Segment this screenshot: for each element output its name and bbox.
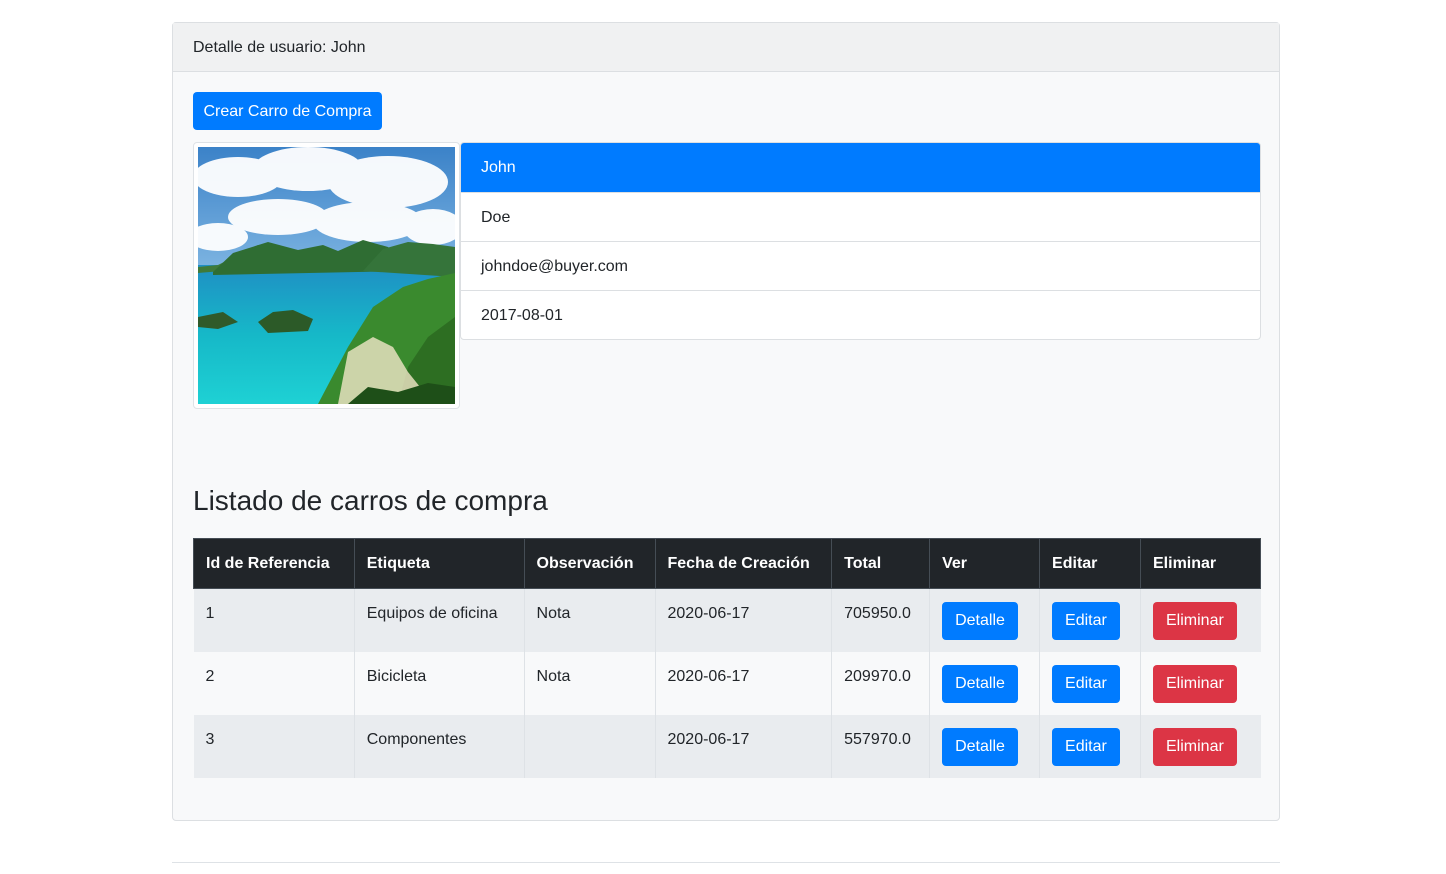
user-date: 2017-08-01	[461, 290, 1260, 339]
cart-label: Componentes	[366, 730, 467, 748]
delete-cart-button[interactable]: Eliminar	[1153, 602, 1237, 640]
table-header-row: Id de Referencia Etiqueta Observación Fe…	[193, 538, 1261, 589]
cart-note	[537, 715, 643, 731]
view-cart-button[interactable]: Detalle	[942, 664, 1018, 703]
col-header-created: Fecha de Creación	[654, 538, 833, 589]
col-header-id: Id de Referencia	[193, 538, 355, 589]
col-header-note: Observación	[523, 538, 656, 589]
cart-created: 2020-06-17	[667, 605, 750, 622]
col-header-delete: Eliminar	[1140, 538, 1261, 589]
cart-label: Equipos de oficina	[366, 605, 498, 622]
cart-id: 1	[205, 605, 215, 622]
cart-created: 2020-06-17	[667, 667, 750, 685]
card-header: Detalle de usuario: John	[173, 23, 1279, 72]
cart-created: 2020-06-17	[667, 730, 750, 748]
cart-total: 209970.0	[844, 667, 911, 685]
col-header-total: Total	[831, 538, 931, 589]
user-email: johndoe@buyer.com	[461, 241, 1260, 290]
view-cart-button[interactable]: Detalle	[942, 602, 1018, 640]
cart-id: 3	[205, 730, 215, 748]
col-header-edit: Editar	[1039, 538, 1141, 589]
footer-divider	[172, 862, 1280, 863]
edit-cart-button[interactable]: Editar	[1052, 602, 1120, 640]
delete-cart-button[interactable]: Eliminar	[1153, 727, 1237, 766]
cart-label: Bicicleta	[366, 667, 427, 685]
table-row: 1 Equipos de oficina Nota 2020-06-17 705…	[193, 588, 1261, 652]
cart-note: Nota	[536, 605, 571, 622]
user-detail-card: Detalle de usuario: John Crear Carro de …	[172, 22, 1280, 821]
edit-cart-button[interactable]: Editar	[1052, 727, 1120, 766]
table-row: 2 Bicicleta Nota 2020-06-17 209970.0 Det…	[193, 651, 1261, 715]
user-image-thumbnail	[193, 142, 460, 409]
cart-note: Nota	[536, 667, 571, 685]
col-header-view: Ver	[929, 538, 1041, 589]
cart-total: 705950.0	[844, 605, 911, 622]
carts-table: Id de Referencia Etiqueta Observación Fe…	[193, 538, 1261, 778]
edit-cart-button[interactable]: Editar	[1052, 664, 1120, 703]
delete-cart-button[interactable]: Eliminar	[1153, 664, 1237, 703]
create-cart-button[interactable]: Crear Carro de Compra	[193, 92, 382, 130]
col-header-label: Etiqueta	[353, 538, 525, 589]
cart-id: 2	[205, 667, 215, 685]
carts-section-title: Listado de carros de compra	[193, 485, 548, 516]
tropical-beach-image	[198, 147, 455, 404]
cart-total: 557970.0	[844, 730, 911, 748]
user-info-list: John Doe johndoe@buyer.com 2017-08-01	[460, 142, 1261, 340]
user-last-name: Doe	[461, 192, 1260, 241]
view-cart-button[interactable]: Detalle	[942, 727, 1018, 766]
table-row: 3 Componentes 2020-06-17 557970.0 Detall…	[193, 714, 1261, 778]
user-first-name: John	[461, 143, 1260, 192]
